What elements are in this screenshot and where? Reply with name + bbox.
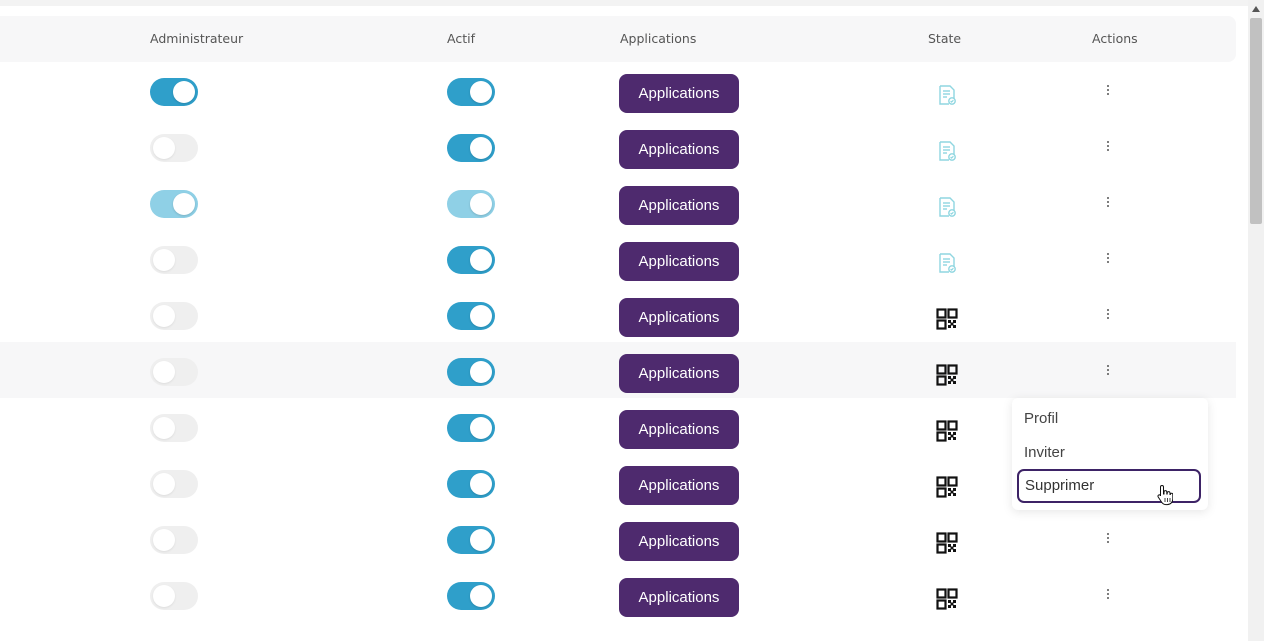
toggle-knob (173, 193, 195, 215)
actif-toggle[interactable] (447, 246, 495, 274)
toggle-knob (470, 417, 492, 439)
actif-toggle[interactable] (447, 358, 495, 386)
applications-button[interactable]: Applications (619, 298, 739, 337)
toggle-knob (173, 81, 195, 103)
qr-code-icon (936, 420, 958, 442)
menu-item-inviter[interactable]: Inviter (1024, 444, 1065, 461)
header-applications: Applications (620, 31, 697, 46)
applications-button[interactable]: Applications (619, 130, 739, 169)
toggle-knob (470, 193, 492, 215)
row-actions-menu: Profil Inviter Supprimer (1012, 398, 1208, 510)
applications-button[interactable]: Applications (619, 578, 739, 617)
administrateur-toggle[interactable] (150, 190, 198, 218)
qr-code-icon (936, 588, 958, 610)
administrateur-toggle[interactable] (150, 246, 198, 274)
scrollbar-thumb[interactable] (1250, 18, 1262, 224)
more-vertical-icon[interactable] (1102, 362, 1114, 378)
table-row: Applications (0, 342, 1236, 398)
header-actif: Actif (447, 31, 475, 46)
qr-code-icon (936, 308, 958, 330)
more-vertical-icon[interactable] (1102, 306, 1114, 322)
applications-button[interactable]: Applications (619, 466, 739, 505)
administrateur-toggle[interactable] (150, 414, 198, 442)
more-vertical-icon[interactable] (1102, 194, 1114, 210)
actif-toggle[interactable] (447, 190, 495, 218)
scroll-up-arrow-icon[interactable] (1252, 6, 1260, 12)
toggle-knob (470, 81, 492, 103)
table-row: Applications (0, 62, 1236, 118)
table-body: Applications Applications Applications A… (0, 62, 1236, 622)
menu-item-supprimer[interactable]: Supprimer (1017, 469, 1201, 503)
toggle-knob (153, 137, 175, 159)
actif-toggle[interactable] (447, 134, 495, 162)
applications-button[interactable]: Applications (619, 522, 739, 561)
toggle-knob (153, 473, 175, 495)
more-vertical-icon[interactable] (1102, 586, 1114, 602)
table-row: Applications (0, 230, 1236, 286)
document-check-icon (936, 252, 958, 274)
toggle-knob (153, 529, 175, 551)
administrateur-toggle[interactable] (150, 78, 198, 106)
qr-code-icon (936, 476, 958, 498)
applications-button[interactable]: Applications (619, 74, 739, 113)
toggle-knob (153, 305, 175, 327)
actif-toggle[interactable] (447, 470, 495, 498)
administrateur-toggle[interactable] (150, 582, 198, 610)
header-administrateur: Administrateur (150, 31, 244, 46)
table-row: Applications (0, 566, 1236, 622)
administrateur-toggle[interactable] (150, 302, 198, 330)
administrateur-toggle[interactable] (150, 358, 198, 386)
applications-button[interactable]: Applications (619, 186, 739, 225)
table-row: Applications (0, 510, 1236, 566)
actif-toggle[interactable] (447, 526, 495, 554)
toggle-knob (470, 585, 492, 607)
applications-button[interactable]: Applications (619, 354, 739, 393)
actif-toggle[interactable] (447, 302, 495, 330)
qr-code-icon (936, 532, 958, 554)
table-header: Administrateur Actif Applications State … (0, 16, 1236, 62)
more-vertical-icon[interactable] (1102, 250, 1114, 266)
header-actions: Actions (1092, 31, 1138, 46)
document-check-icon (936, 140, 958, 162)
document-check-icon (936, 84, 958, 106)
table-row: Applications (0, 174, 1236, 230)
table-row: Applications (0, 118, 1236, 174)
menu-item-profil[interactable]: Profil (1024, 410, 1058, 427)
toggle-knob (153, 585, 175, 607)
actif-toggle[interactable] (447, 582, 495, 610)
applications-button[interactable]: Applications (619, 410, 739, 449)
toggle-knob (470, 361, 492, 383)
qr-code-icon (936, 364, 958, 386)
toggle-knob (470, 249, 492, 271)
table-row: Applications (0, 286, 1236, 342)
toggle-knob (470, 473, 492, 495)
toggle-knob (470, 305, 492, 327)
document-check-icon (936, 196, 958, 218)
toggle-knob (153, 417, 175, 439)
administrateur-toggle[interactable] (150, 470, 198, 498)
toggle-knob (470, 137, 492, 159)
toggle-knob (153, 361, 175, 383)
toggle-knob (153, 249, 175, 271)
administrateur-toggle[interactable] (150, 526, 198, 554)
actif-toggle[interactable] (447, 414, 495, 442)
more-vertical-icon[interactable] (1102, 138, 1114, 154)
administrateur-toggle[interactable] (150, 134, 198, 162)
actif-toggle[interactable] (447, 78, 495, 106)
more-vertical-icon[interactable] (1102, 82, 1114, 98)
users-table: Administrateur Actif Applications State … (0, 16, 1236, 622)
more-vertical-icon[interactable] (1102, 530, 1114, 546)
hand-pointer-icon (1157, 484, 1173, 506)
header-state: State (928, 31, 962, 46)
applications-button[interactable]: Applications (619, 242, 739, 281)
toggle-knob (470, 529, 492, 551)
top-bar (0, 0, 1248, 6)
